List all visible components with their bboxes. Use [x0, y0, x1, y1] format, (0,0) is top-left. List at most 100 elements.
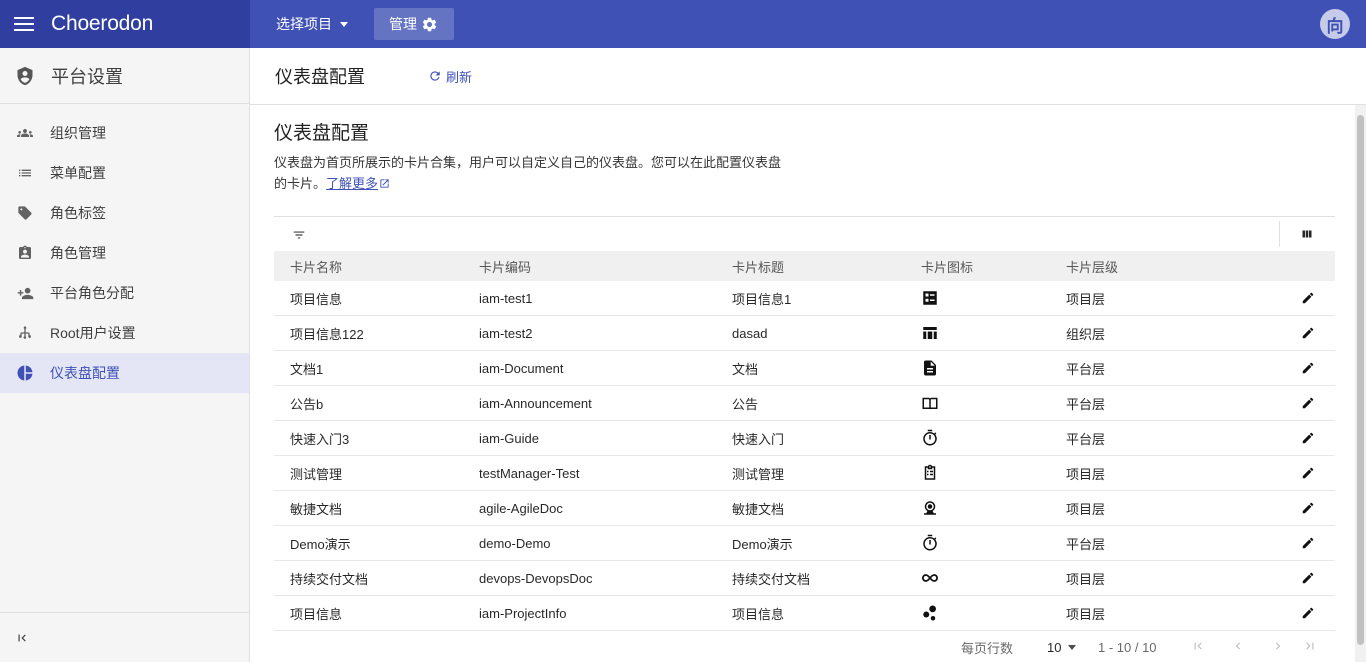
external-link-icon — [380, 179, 389, 188]
cell-actions — [1280, 571, 1335, 585]
first-page-icon[interactable] — [1191, 639, 1205, 653]
cell-actions — [1280, 291, 1335, 305]
edit-button[interactable] — [1301, 431, 1315, 445]
table-row: 快速入门3 iam-Guide 快速入门 平台层 — [274, 421, 1335, 456]
caret-down-icon — [1068, 644, 1077, 650]
table-body: 项目信息 iam-test1 项目信息1 项目层 项目信息122 iam-test2 das… — [274, 281, 1335, 631]
column-header-icon[interactable]: 卡片图标 — [905, 257, 1050, 276]
cell-card-name: 持续交付文档 — [290, 571, 369, 587]
cell-actions — [1280, 396, 1335, 410]
page-header-title: 仪表盘配置 — [275, 67, 365, 87]
hamburger-menu-icon[interactable] — [14, 16, 34, 32]
cell-actions — [1280, 606, 1335, 620]
edit-button[interactable] — [1301, 536, 1315, 550]
edit-button[interactable] — [1301, 326, 1315, 340]
cell-card-level: 项目层 — [1066, 606, 1106, 622]
column-settings-icon[interactable] — [1300, 228, 1314, 240]
cell-card-title: 项目信息1 — [732, 291, 792, 307]
refresh-label: 刷新 — [446, 69, 473, 85]
tag-icon — [16, 204, 34, 222]
sidebar-item-label: 平台角色分配 — [50, 285, 134, 301]
vertical-scrollbar[interactable] — [1355, 105, 1366, 662]
cell-actions — [1280, 326, 1335, 340]
table-row: 项目信息122 iam-test2 dasad 组织层 — [274, 316, 1335, 351]
sidebar-item-org-management[interactable]: 组织管理 — [0, 113, 249, 153]
table-row: 文档1 iam-Document 文档 平台层 — [274, 351, 1335, 386]
sidebar-item-label: Root用户设置 — [50, 325, 136, 341]
sidebar-item-root-user[interactable]: Root用户设置 — [0, 313, 249, 353]
cell-card-code: iam-Guide — [479, 430, 539, 446]
sidebar-item-role-labels[interactable]: 角色标签 — [0, 193, 249, 233]
timer-icon — [923, 534, 937, 551]
edit-icon — [1302, 537, 1313, 549]
learn-more-link[interactable]: 了解更多 — [326, 176, 378, 191]
brand-area: Choerodon — [0, 0, 250, 48]
edit-button[interactable] — [1301, 571, 1315, 585]
manage-button[interactable]: 管理 — [374, 8, 454, 40]
cell-card-icon — [905, 534, 1050, 552]
cell-card-name: Demo演示 — [290, 536, 351, 552]
timer-icon — [923, 429, 937, 446]
scrollbar-thumb[interactable] — [1357, 115, 1364, 645]
cell-card-code: iam-Document — [479, 360, 564, 376]
page-range: 1 - 10 / 10 — [1098, 639, 1157, 655]
page-header: 仪表盘配置 刷新 — [250, 48, 1366, 105]
sidebar-item-label: 角色管理 — [50, 245, 106, 261]
cell-card-name: 公告b — [290, 396, 324, 412]
previous-page-icon[interactable] — [1231, 639, 1245, 653]
cell-card-level: 组织层 — [1066, 326, 1106, 342]
collapse-left-icon — [18, 634, 26, 641]
cell-actions — [1280, 501, 1335, 515]
cell-card-icon — [905, 324, 1050, 342]
cell-card-icon — [905, 394, 1050, 412]
rows-per-page-label: 每页行数 — [961, 640, 1014, 656]
cell-card-title: 敏捷文档 — [732, 501, 785, 517]
edit-button[interactable] — [1301, 606, 1315, 620]
caret-down-icon — [340, 21, 348, 27]
user-avatar[interactable]: 向 — [1320, 9, 1350, 39]
sidebar-collapse-button[interactable] — [0, 612, 249, 662]
next-page-icon[interactable] — [1271, 639, 1285, 653]
filter-icon[interactable] — [291, 228, 307, 242]
rows-per-page-select[interactable]: 10 — [1047, 640, 1077, 655]
cell-card-code: testManager-Test — [479, 465, 580, 481]
sidebar-item-platform-role-assign[interactable]: 平台角色分配 — [0, 273, 249, 313]
cell-card-level: 项目层 — [1066, 571, 1106, 587]
last-page-icon[interactable] — [1303, 639, 1317, 653]
column-header-title[interactable]: 卡片标题 — [716, 257, 905, 276]
cell-card-title: Demo演示 — [732, 536, 793, 552]
dashboard-icon — [16, 364, 34, 382]
sidebar-item-menu-config[interactable]: 菜单配置 — [0, 153, 249, 193]
edit-icon — [1302, 327, 1313, 339]
sidebar: 平台设置 组织管理 菜单配置 角色标签 角色管理 平台角色分配 Root用户设置 — [0, 48, 250, 662]
sidebar-item-dashboard-config[interactable]: 仪表盘配置 — [0, 353, 249, 393]
edit-icon — [1302, 432, 1313, 444]
cell-card-icon — [905, 289, 1050, 307]
edit-icon — [1302, 362, 1313, 374]
refresh-button[interactable]: 刷新 — [428, 67, 472, 86]
edit-button[interactable] — [1301, 501, 1315, 515]
cell-card-code: iam-test1 — [479, 290, 533, 306]
cell-card-name: 文档1 — [290, 361, 324, 377]
cell-card-code: agile-AgileDoc — [479, 500, 563, 516]
edit-button[interactable] — [1301, 291, 1315, 305]
cell-card-icon — [905, 569, 1050, 587]
brand-name: Choerodon — [51, 12, 154, 35]
edit-icon — [1302, 502, 1313, 514]
edit-button[interactable] — [1301, 361, 1315, 375]
edit-button[interactable] — [1301, 396, 1315, 410]
column-header-name[interactable]: 卡片名称 — [274, 257, 463, 276]
cell-card-level: 项目层 — [1066, 466, 1106, 482]
column-header-code[interactable]: 卡片编码 — [463, 257, 716, 276]
cell-card-level: 平台层 — [1066, 536, 1106, 552]
badge-icon — [16, 244, 34, 262]
cell-card-name: 快速入门3 — [290, 431, 350, 447]
project-select[interactable]: 选择项目 — [276, 8, 348, 40]
dashboard-widget-icon — [923, 291, 937, 305]
sidebar-item-role-management[interactable]: 角色管理 — [0, 233, 249, 273]
column-header-level[interactable]: 卡片层级 — [1050, 257, 1280, 276]
table-row: 公告b iam-Announcement 公告 平台层 — [274, 386, 1335, 421]
edit-button[interactable] — [1301, 466, 1315, 480]
manage-label: 管理 — [389, 16, 417, 32]
gear-icon — [422, 17, 437, 31]
